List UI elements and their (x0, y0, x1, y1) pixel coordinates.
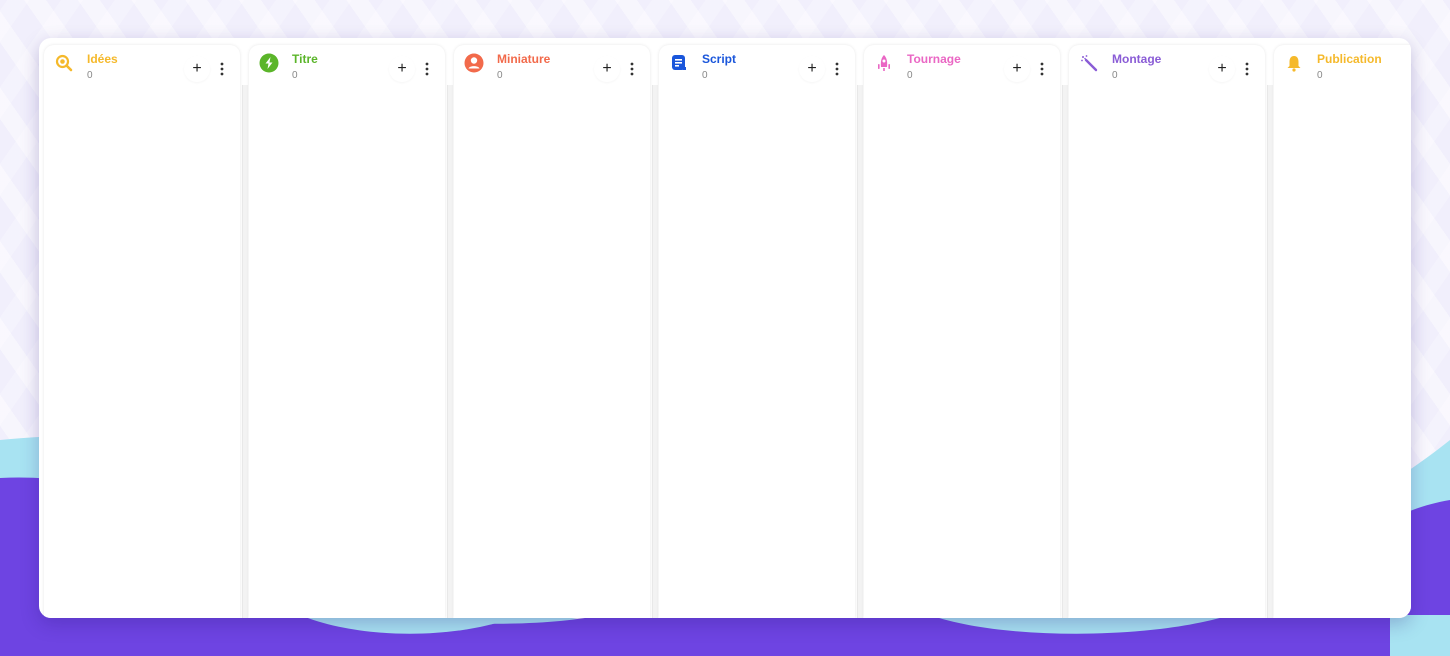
column-count: 0 (702, 70, 708, 81)
column-menu-button[interactable] (1239, 56, 1255, 82)
add-card-button[interactable]: + (184, 56, 210, 82)
column-header: Tournage 0 + (864, 45, 1060, 91)
column-menu-button[interactable] (214, 56, 230, 82)
column-count: 0 (497, 70, 503, 81)
column-title: Tournage (907, 52, 961, 66)
more-vertical-icon (425, 62, 429, 76)
add-card-button[interactable]: + (1004, 56, 1030, 82)
column-scrollbar[interactable] (1267, 85, 1273, 618)
column-publication: Publication 0 (1274, 45, 1411, 618)
column-menu-button[interactable] (419, 56, 435, 82)
column-menu-button[interactable] (829, 56, 845, 82)
column-title: Publication (1317, 52, 1382, 66)
more-vertical-icon (835, 62, 839, 76)
bell-icon (1284, 53, 1304, 73)
column-title: Montage (1112, 52, 1162, 66)
column-tournage: Tournage 0 + (864, 45, 1068, 618)
column-titre: Titre 0 + (249, 45, 453, 618)
columns-container: Idées 0 + Titre 0 + Miniature 0 + Script… (44, 45, 1411, 618)
column-header: Idées 0 + (44, 45, 240, 91)
column-count: 0 (292, 70, 298, 81)
column-title: Idées (87, 52, 118, 66)
column-miniature: Miniature 0 + (454, 45, 658, 618)
column-scrollbar[interactable] (652, 85, 658, 618)
column-count: 0 (1112, 70, 1118, 81)
column-header: Publication 0 (1274, 45, 1411, 91)
column-menu-button[interactable] (624, 56, 640, 82)
column-idees: Idées 0 + (44, 45, 248, 618)
add-card-button[interactable]: + (799, 56, 825, 82)
lightning-icon (259, 53, 279, 73)
rocket-icon (874, 53, 894, 73)
more-vertical-icon (630, 62, 634, 76)
column-scrollbar[interactable] (447, 85, 453, 618)
search-bulb-icon (54, 53, 74, 73)
add-card-button[interactable]: + (1209, 56, 1235, 82)
column-header: Miniature 0 + (454, 45, 650, 91)
kanban-board: Idées 0 + Titre 0 + Miniature 0 + Script… (39, 38, 1411, 618)
more-vertical-icon (1040, 62, 1044, 76)
column-scrollbar[interactable] (857, 85, 863, 618)
column-header: Titre 0 + (249, 45, 445, 91)
column-title: Titre (292, 52, 318, 66)
column-title: Miniature (497, 52, 551, 66)
column-count: 0 (87, 70, 93, 81)
script-doc-icon (669, 53, 689, 73)
column-montage: Montage 0 + (1069, 45, 1273, 618)
column-scrollbar[interactable] (242, 85, 248, 618)
column-scrollbar[interactable] (1062, 85, 1068, 618)
magic-wand-icon (1079, 53, 1099, 73)
column-script: Script 0 + (659, 45, 863, 618)
more-vertical-icon (220, 62, 224, 76)
more-vertical-icon (1245, 62, 1249, 76)
column-header: Script 0 + (659, 45, 855, 91)
add-card-button[interactable]: + (389, 56, 415, 82)
column-header: Montage 0 + (1069, 45, 1265, 91)
column-count: 0 (1317, 70, 1323, 81)
column-title: Script (702, 52, 737, 66)
add-card-button[interactable]: + (594, 56, 620, 82)
account-circle-icon (464, 53, 484, 73)
column-menu-button[interactable] (1034, 56, 1050, 82)
column-count: 0 (907, 70, 913, 81)
